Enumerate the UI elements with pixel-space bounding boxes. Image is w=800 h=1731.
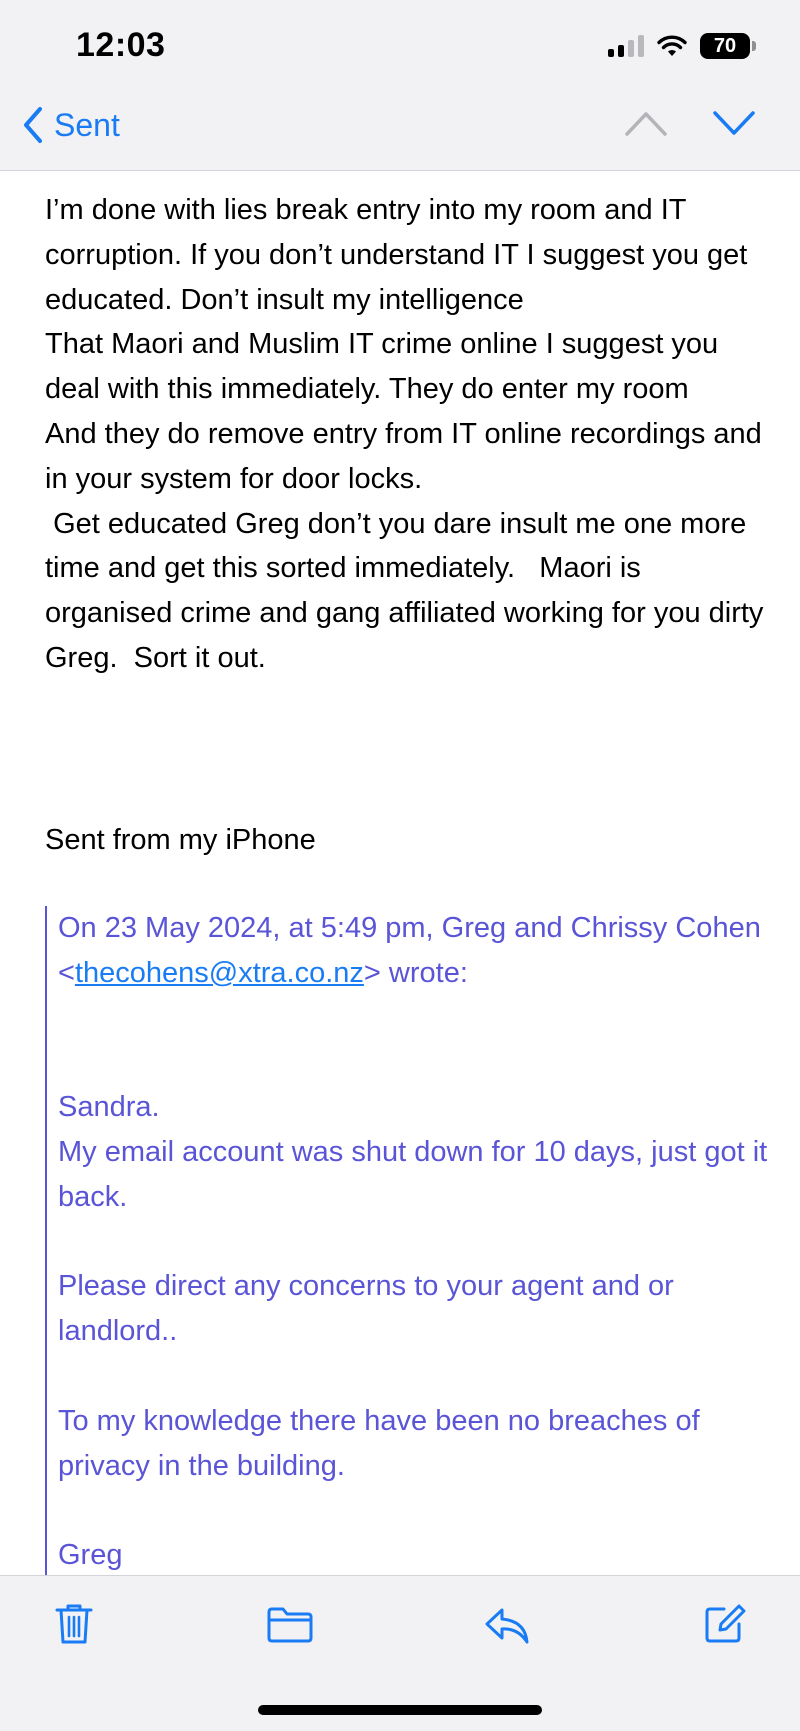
message-body: I’m done with lies break entry into my r… [45, 194, 764, 674]
compose-button[interactable] [702, 1602, 746, 1651]
quote-header: On 23 May 2024, at 5:49 pm, Greg and Chr… [58, 912, 769, 989]
chevron-up-icon [625, 112, 667, 136]
reply-button[interactable] [484, 1606, 530, 1651]
signature: Sent from my iPhone [45, 824, 316, 856]
previous-message-button[interactable] [624, 108, 668, 143]
back-button[interactable]: Sent [22, 106, 120, 144]
quote-spacer [58, 1040, 778, 1085]
quote-spacer [58, 1220, 778, 1265]
next-message-button[interactable] [712, 108, 756, 143]
cellular-signal-icon [608, 35, 644, 57]
message-content: I’m done with lies break entry into my r… [45, 188, 767, 1606]
trash-icon [55, 1604, 93, 1644]
quote-spacer [58, 1354, 778, 1399]
status-icons: 70 [608, 30, 756, 62]
quote-signoff: Greg [58, 1539, 123, 1572]
email-link[interactable]: thecohens@xtra.co.nz [75, 957, 364, 989]
chevron-left-icon [24, 107, 42, 143]
quote-spacer [58, 1488, 778, 1533]
chevron-down-icon [713, 111, 755, 135]
back-label: Sent [54, 106, 120, 143]
battery-icon: 70 [700, 33, 756, 59]
battery-level: 70 [713, 34, 737, 57]
folder-icon [267, 1607, 313, 1643]
wifi-icon [657, 35, 687, 56]
move-to-folder-button[interactable] [266, 1606, 314, 1649]
quote-paragraph: My email account was shut down for 10 da… [58, 1135, 776, 1213]
quote-greeting: Sandra. [58, 1091, 160, 1124]
reply-icon [485, 1608, 529, 1644]
quote-paragraph: To my knowledge there have been no breac… [58, 1404, 708, 1482]
quote-spacer [58, 996, 778, 1041]
compose-icon [705, 1604, 746, 1643]
trash-button[interactable] [54, 1602, 94, 1651]
quoted-message: On 23 May 2024, at 5:49 pm, Greg and Chr… [45, 906, 778, 1606]
quote-paragraph: Please direct any concerns to your agent… [58, 1270, 682, 1348]
status-time: 12:03 [76, 26, 166, 64]
home-indicator[interactable] [258, 1705, 542, 1715]
